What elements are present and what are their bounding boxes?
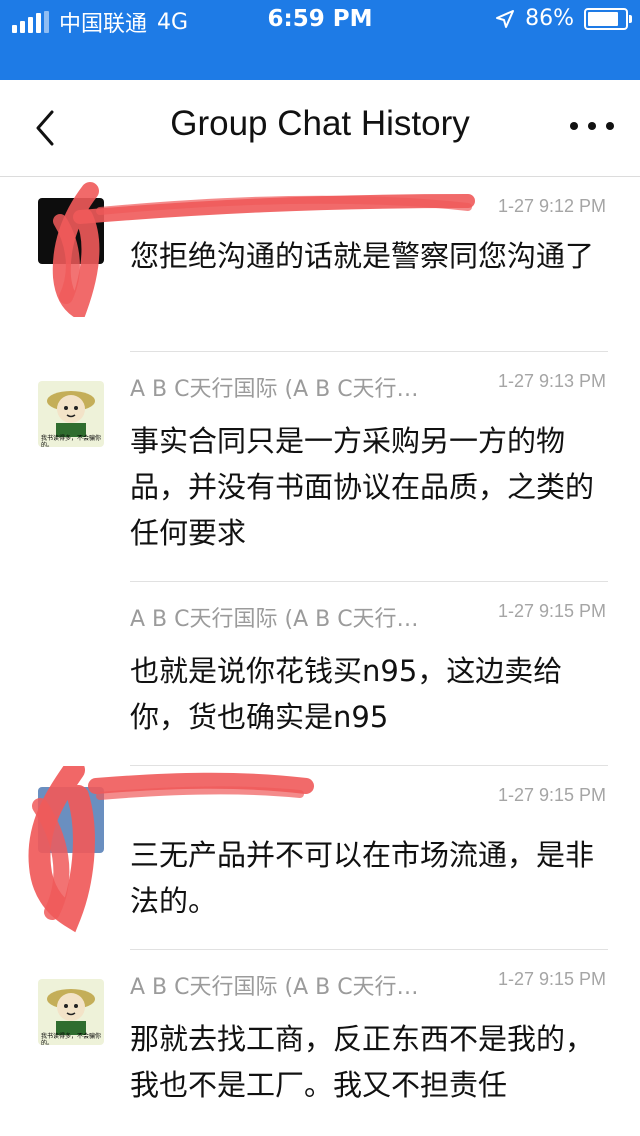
message-text: 三无产品并不可以在市场流通，是非法的。 [130, 838, 595, 918]
message-time: 1-27 9:13 PM [497, 371, 606, 391]
sender-name: A B C天行国际 (A B C天行… [130, 377, 419, 402]
divider [130, 765, 608, 766]
battery-icon [584, 7, 632, 30]
nav-bar: Group Chat History [0, 80, 640, 177]
message-time: 1-27 9:12 PM [497, 196, 606, 216]
message-time: 1-27 9:15 PM [497, 969, 606, 989]
more-horizontal-icon[interactable] [570, 112, 614, 140]
sender-name: A B C天行国际 (A B C天行… [130, 975, 419, 1000]
location-icon [496, 9, 515, 28]
avatar[interactable] [38, 787, 104, 853]
message-text: 事实合同只是一方采购另一方的物品，并没有书面协议在品质，之类的任何要求 [130, 424, 595, 550]
message-text: 也就是说你花钱买n95，这边卖给你，货也确实是n95 [130, 654, 563, 734]
avatar-caption: 我书读得多，不会骗你的。 [41, 1033, 102, 1045]
chat-history-list[interactable]: 1-27 9:12 PM 您拒绝沟通的话就是警察同您沟通了 我书读得多，不会骗你… [0, 177, 640, 1136]
message-time: 1-27 9:15 PM [497, 601, 606, 621]
status-bar: 中国联通 4G 6:59 PM 86% [0, 0, 640, 80]
divider [130, 949, 608, 950]
avatar[interactable] [38, 198, 104, 264]
message-text: 您拒绝沟通的话就是警察同您沟通了 [130, 239, 595, 273]
sender-name: A B C天行国际 (A B C天行… [130, 607, 419, 632]
divider [130, 581, 608, 582]
divider [130, 351, 608, 352]
message-time: 1-27 9:15 PM [497, 785, 606, 805]
avatar-caption: 我书读得多，不会骗你的。 [41, 435, 102, 447]
avatar[interactable]: 我书读得多，不会骗你的。 [38, 979, 104, 1045]
message-text: 那就去找工商，反正东西不是我的，我也不是工厂。我又不担责任 [130, 1022, 595, 1102]
avatar[interactable]: 我书读得多，不会骗你的。 [38, 381, 104, 447]
battery-percent: 86% [525, 6, 574, 31]
page-title: Group Chat History [170, 104, 470, 143]
